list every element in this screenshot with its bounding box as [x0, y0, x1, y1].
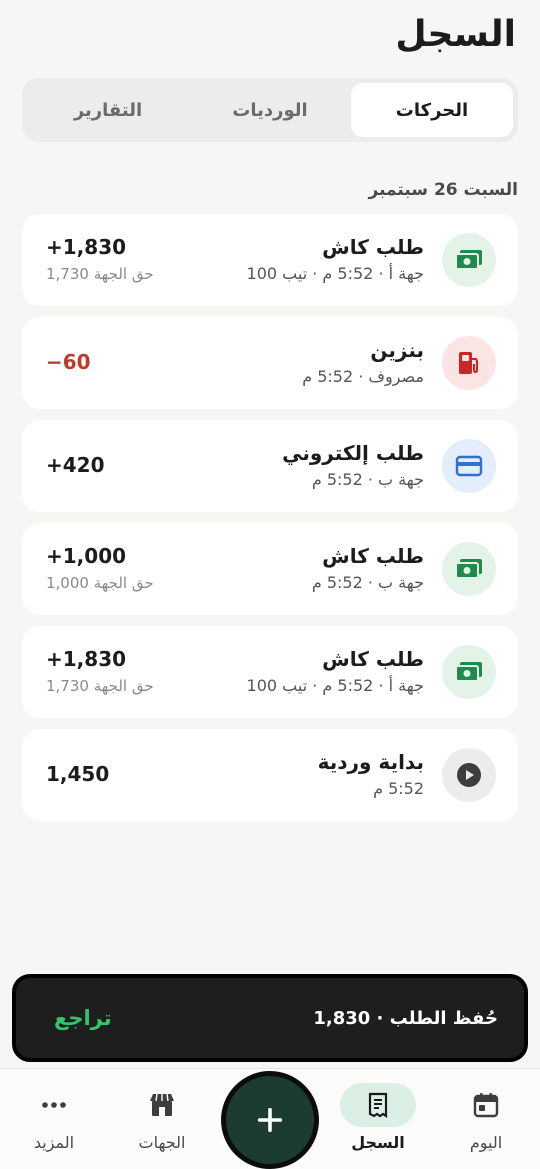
segmented-tabs: الحركات الورديات التقارير: [22, 78, 518, 142]
snackbar-message: حُفظ الطلب · 1,830: [313, 1008, 498, 1029]
transaction-row[interactable]: بداية وردية 5:52 م 1,450: [22, 729, 518, 821]
nav-item-log[interactable]: السجل: [328, 1083, 428, 1152]
tab-reports[interactable]: التقارير: [27, 83, 189, 137]
cash-icon: [442, 645, 496, 699]
entity-share: حق الجهة 1,730: [46, 265, 154, 283]
nav-label: الجهات: [138, 1133, 186, 1152]
transaction-title: طلب كاش: [322, 544, 424, 568]
transaction-subtitle: جهة ب · 5:52 م: [311, 470, 424, 489]
transaction-amount: 1,450: [46, 762, 110, 786]
nav-label: اليوم: [469, 1133, 503, 1152]
store-icon: [150, 1093, 174, 1116]
plus-icon: [258, 1108, 282, 1132]
transaction-amount: −60: [46, 350, 91, 374]
page-title: السجل: [395, 14, 516, 55]
transaction-title: طلب كاش: [322, 235, 424, 259]
transaction-row[interactable]: بنزين مصروف · 5:52 م −60: [22, 317, 518, 409]
nav-item-entities[interactable]: الجهات: [112, 1083, 212, 1152]
transaction-amount: +1,830: [46, 235, 127, 259]
cash-icon: [442, 233, 496, 287]
transaction-row[interactable]: طلب إلكتروني جهة ب · 5:52 م +420: [22, 420, 518, 512]
transaction-row[interactable]: طلب كاش جهة ب · 5:52 م +1,000 حق الجهة 1…: [22, 523, 518, 615]
transaction-subtitle: جهة ب · 5:52 م: [311, 573, 424, 592]
play-icon: [442, 748, 496, 802]
transaction-subtitle: جهة أ · 5:52 م · تيب 100: [246, 676, 424, 695]
receipt-icon: [368, 1092, 388, 1119]
entity-share: حق الجهة 1,000: [46, 574, 154, 592]
tab-shifts[interactable]: الورديات: [189, 83, 351, 137]
calendar-icon: [473, 1093, 499, 1118]
transaction-amount: +1,000: [46, 544, 127, 568]
transaction-subtitle: مصروف · 5:52 م: [302, 367, 424, 386]
fuel-icon: [442, 336, 496, 390]
transaction-list: طلب كاش جهة أ · 5:52 م · تيب 100 +1,830 …: [22, 214, 518, 832]
nav-item-more[interactable]: المزيد: [4, 1083, 104, 1152]
card-icon: [442, 439, 496, 493]
entity-share: حق الجهة 1,730: [46, 677, 154, 695]
transaction-subtitle: جهة أ · 5:52 م · تيب 100: [246, 264, 424, 283]
nav-label: المزيد: [33, 1133, 75, 1152]
undo-button[interactable]: تراجع: [54, 1006, 112, 1030]
snackbar: حُفظ الطلب · 1,830 تراجع: [12, 974, 528, 1062]
transaction-title: بداية وردية: [317, 750, 424, 774]
transaction-amount: +420: [46, 453, 105, 477]
date-header: السبت 26 سبتمبر: [368, 180, 518, 200]
add-button[interactable]: [221, 1071, 319, 1169]
transaction-amount: +1,830: [46, 647, 127, 671]
cash-icon: [442, 542, 496, 596]
transaction-row[interactable]: طلب كاش جهة أ · 5:52 م · تيب 100 +1,830 …: [22, 626, 518, 718]
more-dots-icon: [42, 1102, 66, 1108]
transaction-row[interactable]: طلب كاش جهة أ · 5:52 م · تيب 100 +1,830 …: [22, 214, 518, 306]
nav-label: السجل: [351, 1133, 405, 1152]
nav-item-today[interactable]: اليوم: [436, 1083, 536, 1152]
transaction-subtitle: 5:52 م: [373, 779, 424, 798]
transaction-title: طلب كاش: [322, 647, 424, 671]
tab-transactions[interactable]: الحركات: [351, 83, 513, 137]
transaction-title: بنزين: [370, 338, 424, 362]
transaction-title: طلب إلكتروني: [282, 441, 424, 465]
